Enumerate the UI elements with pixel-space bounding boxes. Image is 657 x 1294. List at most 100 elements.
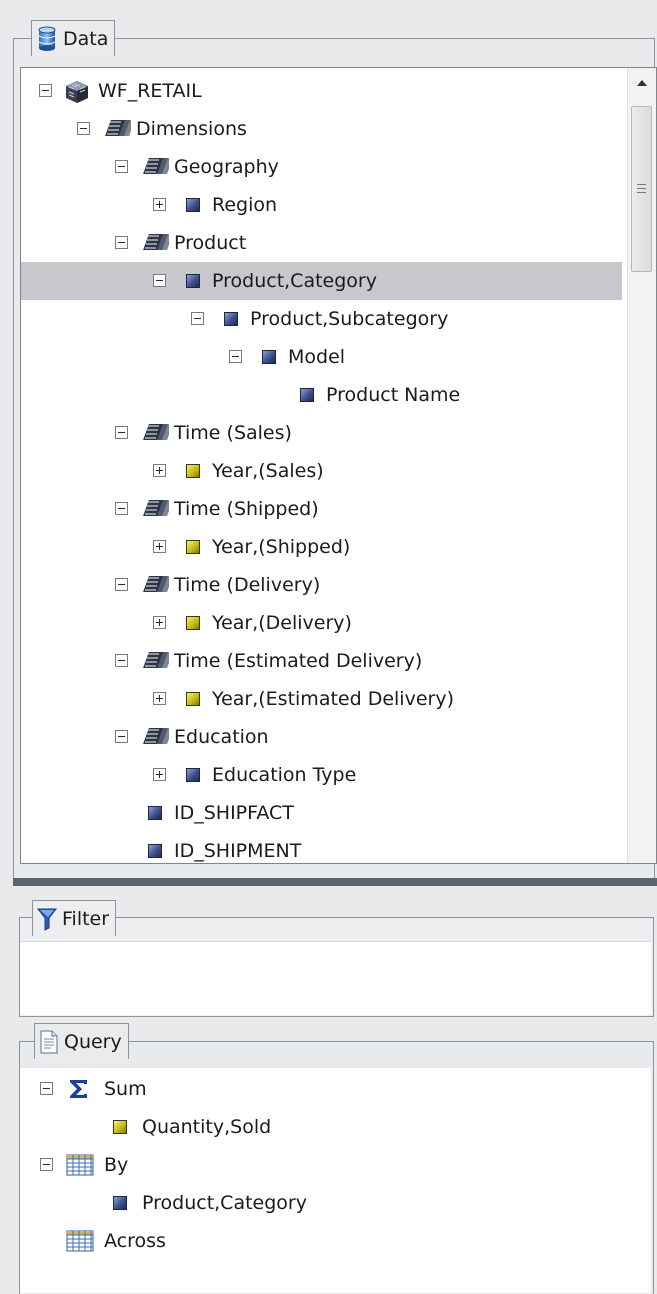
- tree-item[interactable]: Time (Estimated Delivery): [21, 642, 622, 680]
- data-panel-tab: Data: [31, 20, 116, 56]
- tree-item[interactable]: By: [20, 1146, 620, 1184]
- dimension-icon: [139, 497, 173, 517]
- tree-item[interactable]: Product: [21, 224, 622, 262]
- data-tree[interactable]: WF_RETAIL Dimensions Geography Region Produc…: [20, 67, 657, 864]
- tree-item[interactable]: Region: [21, 186, 622, 224]
- expand-toggle-icon[interactable]: [153, 768, 166, 781]
- collapse-toggle-icon[interactable]: [115, 578, 128, 591]
- filter-panel-title: Filter: [62, 907, 110, 930]
- collapse-toggle-icon[interactable]: [229, 350, 242, 363]
- tree-item[interactable]: Geography: [21, 148, 622, 186]
- field-blue-icon: [145, 841, 165, 861]
- field-yellow-icon: [183, 613, 203, 633]
- tree-item[interactable]: Product,Category: [20, 1184, 620, 1222]
- scroll-up-arrow-icon[interactable]: [628, 68, 656, 98]
- tree-item[interactable]: Year,(Shipped): [21, 528, 622, 566]
- tree-item-label: Year,(Estimated Delivery): [212, 688, 454, 710]
- tree-item[interactable]: Time (Shipped): [21, 490, 622, 528]
- database-icon: [36, 26, 58, 52]
- tree-item-label: Quantity,Sold: [142, 1116, 272, 1138]
- database-cube-icon: [63, 79, 93, 103]
- collapse-toggle-icon[interactable]: [40, 1158, 53, 1171]
- tree-item-label: Model: [288, 346, 346, 368]
- expand-toggle-icon[interactable]: [153, 692, 166, 705]
- tree-item-label: Product Name: [326, 384, 461, 406]
- field-blue-icon: [297, 385, 317, 405]
- tree-item[interactable]: Product Name: [21, 376, 622, 414]
- grid-icon: [66, 1153, 96, 1176]
- dimension-icon: [139, 421, 173, 441]
- collapse-toggle-icon[interactable]: [115, 730, 128, 743]
- sigma-icon: [66, 1077, 96, 1098]
- tree-item-label: Product,Subcategory: [250, 308, 449, 330]
- dimension-icon: [139, 649, 173, 669]
- tree-item-label: Time (Estimated Delivery): [174, 650, 423, 672]
- collapse-toggle-icon[interactable]: [115, 502, 128, 515]
- collapse-toggle-icon[interactable]: [40, 1082, 53, 1095]
- collapse-toggle-icon[interactable]: [77, 122, 90, 135]
- tree-item-label: WF_RETAIL: [98, 80, 202, 102]
- collapse-toggle-icon[interactable]: [115, 654, 128, 667]
- field-blue-icon: [259, 347, 279, 367]
- field-blue-icon: [145, 803, 165, 823]
- tree-item[interactable]: ID_SHIPMENT: [21, 832, 622, 863]
- collapse-toggle-icon[interactable]: [39, 84, 52, 97]
- tree-item-label: ID_SHIPFACT: [174, 802, 294, 824]
- dimension-icon: [139, 155, 173, 175]
- field-yellow-icon: [183, 537, 203, 557]
- tree-item[interactable]: ID_SHIPFACT: [21, 794, 622, 832]
- tree-item-label: Education: [174, 726, 269, 748]
- tree-item[interactable]: Year,(Estimated Delivery): [21, 680, 622, 718]
- grid-icon: [66, 1229, 96, 1252]
- query-panel-title: Query: [64, 1030, 122, 1053]
- tree-item-label: Across: [104, 1230, 166, 1252]
- field-blue-icon: [183, 765, 203, 785]
- tree-item[interactable]: Product,Category: [21, 262, 622, 300]
- tree-item[interactable]: Across: [20, 1222, 620, 1260]
- field-blue-icon: [221, 309, 241, 329]
- tree-item-label: Time (Sales): [174, 422, 292, 444]
- collapse-toggle-icon[interactable]: [191, 312, 204, 325]
- dimension-icon: [139, 725, 173, 745]
- tree-item-label: Time (Delivery): [174, 574, 321, 596]
- collapse-toggle-icon[interactable]: [115, 426, 128, 439]
- collapse-toggle-icon[interactable]: [115, 160, 128, 173]
- tree-item[interactable]: Time (Sales): [21, 414, 622, 452]
- tree-item[interactable]: Product,Subcategory: [21, 300, 622, 338]
- dimension-icon: [101, 117, 135, 137]
- tree-item-label: Year,(Delivery): [212, 612, 352, 634]
- tree-item[interactable]: Education Type: [21, 756, 622, 794]
- document-icon: [39, 1030, 59, 1054]
- field-blue-icon: [183, 195, 203, 215]
- tree-item-label: ID_SHIPMENT: [174, 840, 302, 862]
- collapse-toggle-icon[interactable]: [115, 236, 128, 249]
- scrollbar-thumb[interactable]: [631, 106, 652, 272]
- tree-item-label: Time (Shipped): [174, 498, 319, 520]
- tree-item[interactable]: Year,(Sales): [21, 452, 622, 490]
- tree-item-label: Year,(Shipped): [212, 536, 351, 558]
- data-tree-scrollbar[interactable]: [627, 68, 656, 863]
- tree-item[interactable]: Time (Delivery): [21, 566, 622, 604]
- expand-toggle-icon[interactable]: [153, 540, 166, 553]
- tree-item-label: Region: [212, 194, 278, 216]
- filter-panel-tab: Filter: [32, 900, 117, 936]
- panel-splitter[interactable]: [13, 878, 657, 886]
- field-blue-icon: [183, 271, 203, 291]
- dimension-icon: [139, 573, 173, 593]
- expand-toggle-icon[interactable]: [153, 198, 166, 211]
- tree-item[interactable]: Model: [21, 338, 622, 376]
- tree-item-label: Product,Category: [142, 1192, 307, 1214]
- tree-item[interactable]: WF_RETAIL: [21, 72, 622, 110]
- query-tree[interactable]: Sum Quantity,Sold By Product,Category Across: [20, 1068, 651, 1293]
- tree-item[interactable]: Quantity,Sold: [20, 1108, 620, 1146]
- tree-item[interactable]: Sum: [20, 1070, 620, 1108]
- tree-item[interactable]: Education: [21, 718, 622, 756]
- field-yellow-icon: [110, 1117, 130, 1137]
- expand-toggle-icon[interactable]: [153, 464, 166, 477]
- filter-drop-area[interactable]: [20, 941, 651, 1015]
- expand-toggle-icon[interactable]: [153, 616, 166, 629]
- field-yellow-icon: [183, 461, 203, 481]
- tree-item[interactable]: Dimensions: [21, 110, 622, 148]
- collapse-toggle-icon[interactable]: [153, 274, 166, 287]
- tree-item[interactable]: Year,(Delivery): [21, 604, 622, 642]
